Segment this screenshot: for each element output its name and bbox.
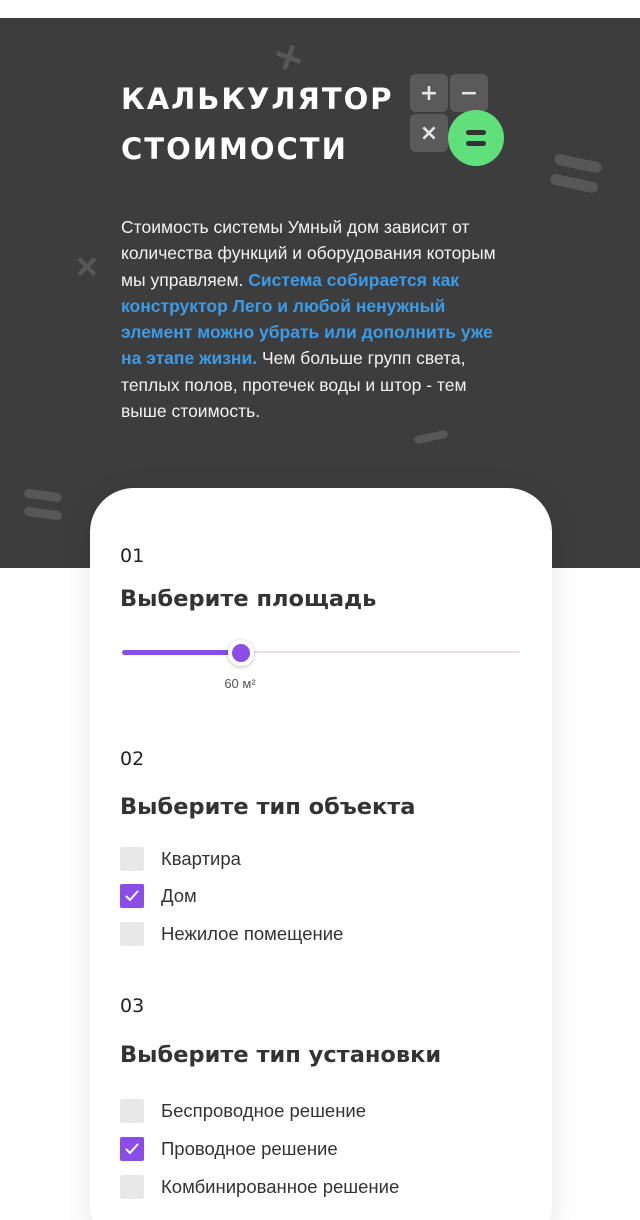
option-label: Комбинированное решение xyxy=(161,1176,400,1197)
step-title-area: Выберите площадь xyxy=(120,586,377,612)
slider-fill xyxy=(122,650,242,655)
title-line-2: стоимости xyxy=(121,132,348,166)
plus-icon: + xyxy=(410,74,448,112)
step-title-install-type: Выберите тип установки xyxy=(120,1042,442,1068)
page-title: Калькулятор стоимости xyxy=(121,74,401,174)
top-strip xyxy=(0,0,640,18)
calculator-icon: + − × xyxy=(410,74,504,166)
option-house[interactable]: Дом xyxy=(120,883,197,909)
option-label: Квартира xyxy=(161,848,241,869)
decor-dash xyxy=(23,506,63,521)
description: Стоимость системы Умный дом зависит от к… xyxy=(121,214,501,424)
checkbox[interactable] xyxy=(120,922,144,946)
area-slider[interactable] xyxy=(122,638,520,668)
step-title-object-type: Выберите тип объекта xyxy=(120,794,416,820)
checkbox[interactable] xyxy=(120,847,144,871)
hero-section: + + Калькулятор стоимости + − × Стоимост… xyxy=(0,18,640,568)
decor-plus-icon: + xyxy=(61,241,113,292)
minus-icon: − xyxy=(450,74,488,112)
option-label: Проводное решение xyxy=(161,1138,338,1159)
option-label: Беспроводное решение xyxy=(161,1100,367,1121)
decor-dash xyxy=(413,429,449,445)
check-icon xyxy=(125,890,139,901)
option-wireless[interactable]: Беспроводное решение xyxy=(120,1098,366,1124)
option-label: Дом xyxy=(161,885,197,906)
decor-dash xyxy=(553,153,603,174)
option-apartment[interactable]: Квартира xyxy=(120,846,241,872)
checkbox[interactable] xyxy=(120,1137,144,1161)
step-number: 02 xyxy=(120,748,145,770)
check-icon xyxy=(125,1143,139,1154)
area-value-label: 60 м² xyxy=(224,676,256,691)
decor-dash xyxy=(549,173,599,194)
option-wired[interactable]: Проводное решение xyxy=(120,1136,338,1162)
checkbox[interactable] xyxy=(120,1175,144,1199)
step-number: 03 xyxy=(120,995,145,1017)
checkbox[interactable] xyxy=(120,1099,144,1123)
option-label: Нежилое помещение xyxy=(161,923,344,944)
option-non-residential[interactable]: Нежилое помещение xyxy=(120,921,343,947)
step-number: 01 xyxy=(120,545,145,567)
multiply-icon: × xyxy=(410,114,448,152)
decor-dash xyxy=(23,488,63,503)
option-combined[interactable]: Комбинированное решение xyxy=(120,1174,399,1200)
calculator-card: 01 Выберите площадь 60 м² 02 Выберите ти… xyxy=(90,488,552,1220)
slider-thumb[interactable] xyxy=(228,640,255,666)
title-line-1: Калькулятор xyxy=(121,82,394,116)
equals-icon xyxy=(448,110,504,166)
checkbox[interactable] xyxy=(120,884,144,908)
